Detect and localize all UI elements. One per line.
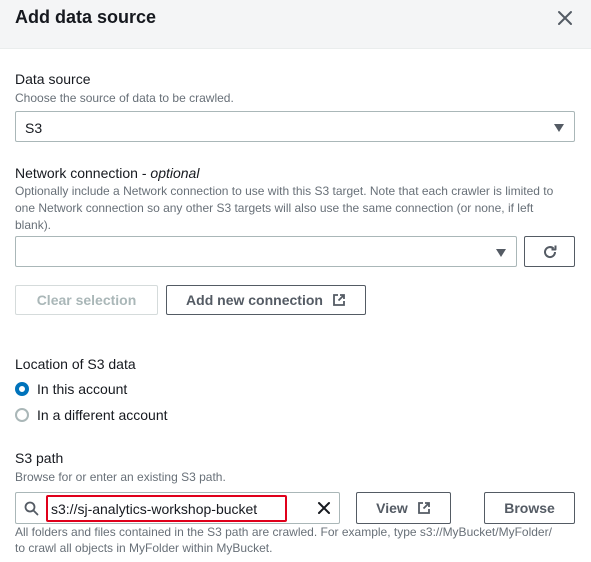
s3-path-hint-line-1: All folders and files contained in the S… xyxy=(15,525,552,539)
close-icon[interactable] xyxy=(556,9,574,27)
data-source-description: Choose the source of data to be crawled. xyxy=(15,91,234,105)
search-icon xyxy=(24,501,39,516)
s3-path-description: Browse for or enter an existing S3 path. xyxy=(15,470,226,484)
radio-label-in-this-account: In this account xyxy=(37,381,128,397)
browse-button[interactable]: Browse xyxy=(484,492,575,524)
radio-label-in-different-account: In a different account xyxy=(37,407,168,423)
s3-path-search-field[interactable] xyxy=(15,492,340,524)
data-source-value: S3 xyxy=(25,120,43,136)
radio-checked-icon[interactable] xyxy=(15,382,29,396)
external-link-icon xyxy=(333,294,345,306)
caret-down-icon xyxy=(496,249,506,257)
s3-path-label: S3 path xyxy=(15,450,64,466)
network-description-line-2: one Network connection so any other S3 t… xyxy=(15,201,534,215)
network-connection-select[interactable] xyxy=(15,236,517,267)
refresh-button[interactable] xyxy=(524,236,575,267)
radio-in-this-account[interactable]: In this account xyxy=(15,381,127,397)
view-label: View xyxy=(376,500,408,516)
data-source-select[interactable]: S3 xyxy=(15,111,575,142)
s3-path-input[interactable] xyxy=(46,495,287,522)
data-source-label: Data source xyxy=(15,71,91,87)
browse-label: Browse xyxy=(504,500,555,516)
radio-in-different-account[interactable]: In a different account xyxy=(15,407,168,423)
caret-down-icon xyxy=(554,124,564,132)
refresh-icon xyxy=(543,245,556,258)
clear-selection-label: Clear selection xyxy=(36,292,137,308)
external-link-icon xyxy=(417,502,430,514)
clear-input-icon[interactable] xyxy=(317,501,331,515)
view-button[interactable]: View xyxy=(356,492,451,524)
network-description-line-1: Optionally include a Network connection … xyxy=(15,184,554,198)
s3-path-hint-line-2: to crawl all objects in MyFolder within … xyxy=(15,541,273,555)
radio-unchecked-icon[interactable] xyxy=(15,408,29,422)
modal-header: Add data source xyxy=(0,0,591,49)
add-new-connection-button[interactable]: Add new connection xyxy=(166,285,366,315)
add-new-connection-label: Add new connection xyxy=(186,292,323,308)
network-description-line-3: blank). xyxy=(15,218,52,232)
network-connection-label: Network connection - optional xyxy=(15,165,199,181)
optional-tag: optional xyxy=(150,165,200,181)
location-label: Location of S3 data xyxy=(15,356,136,372)
modal-title: Add data source xyxy=(15,7,157,27)
clear-selection-button[interactable]: Clear selection xyxy=(15,285,158,315)
network-connection-label-text: Network connection - xyxy=(15,165,151,181)
